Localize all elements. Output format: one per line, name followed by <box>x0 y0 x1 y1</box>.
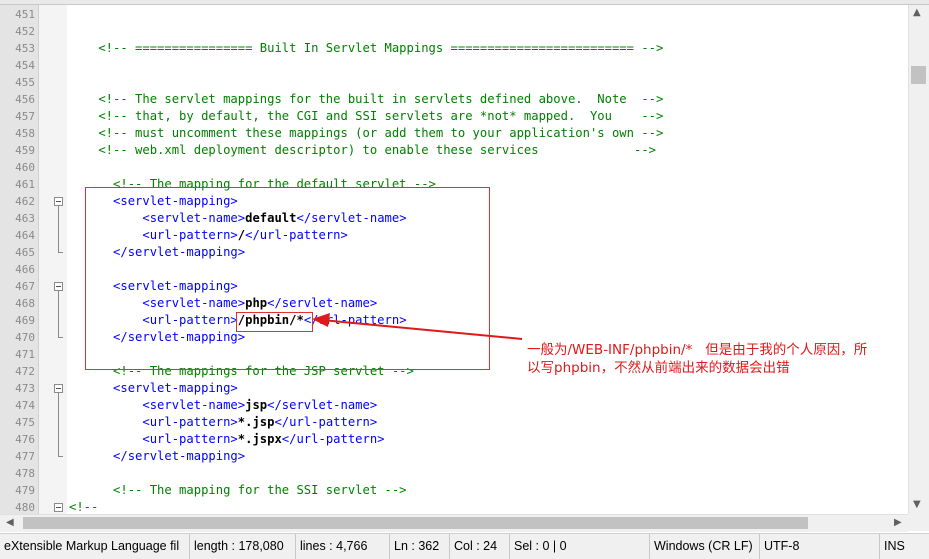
annotation-note: 一般为/WEB-INF/phpbin/* 但是由于我的个人原因，所 以写phpb… <box>527 341 867 377</box>
status-length: length : 178,080 <box>190 534 296 559</box>
status-insert-mode: INS <box>884 539 905 553</box>
status-file-type: eXtensible Markup Language fil <box>0 534 190 559</box>
status-line-number: Ln : 362 <box>390 534 450 559</box>
status-lines: lines : 4,766 <box>296 534 390 559</box>
status-eol[interactable]: Windows (CR LF) <box>650 534 760 559</box>
status-selection: Sel : 0 | 0 <box>510 534 650 559</box>
status-bar: eXtensible Markup Language fil length : … <box>0 533 929 559</box>
status-column: Col : 24 <box>450 534 510 559</box>
status-encoding[interactable]: UTF-8 <box>760 534 880 559</box>
annotation-arrow <box>312 313 523 340</box>
annotation-line-2: 以写phpbin，不然从前端出来的数据会出错 <box>527 360 790 376</box>
annotation-line-1: 一般为/WEB-INF/phpbin/* 但是由于我的个人原因，所 <box>527 342 868 358</box>
